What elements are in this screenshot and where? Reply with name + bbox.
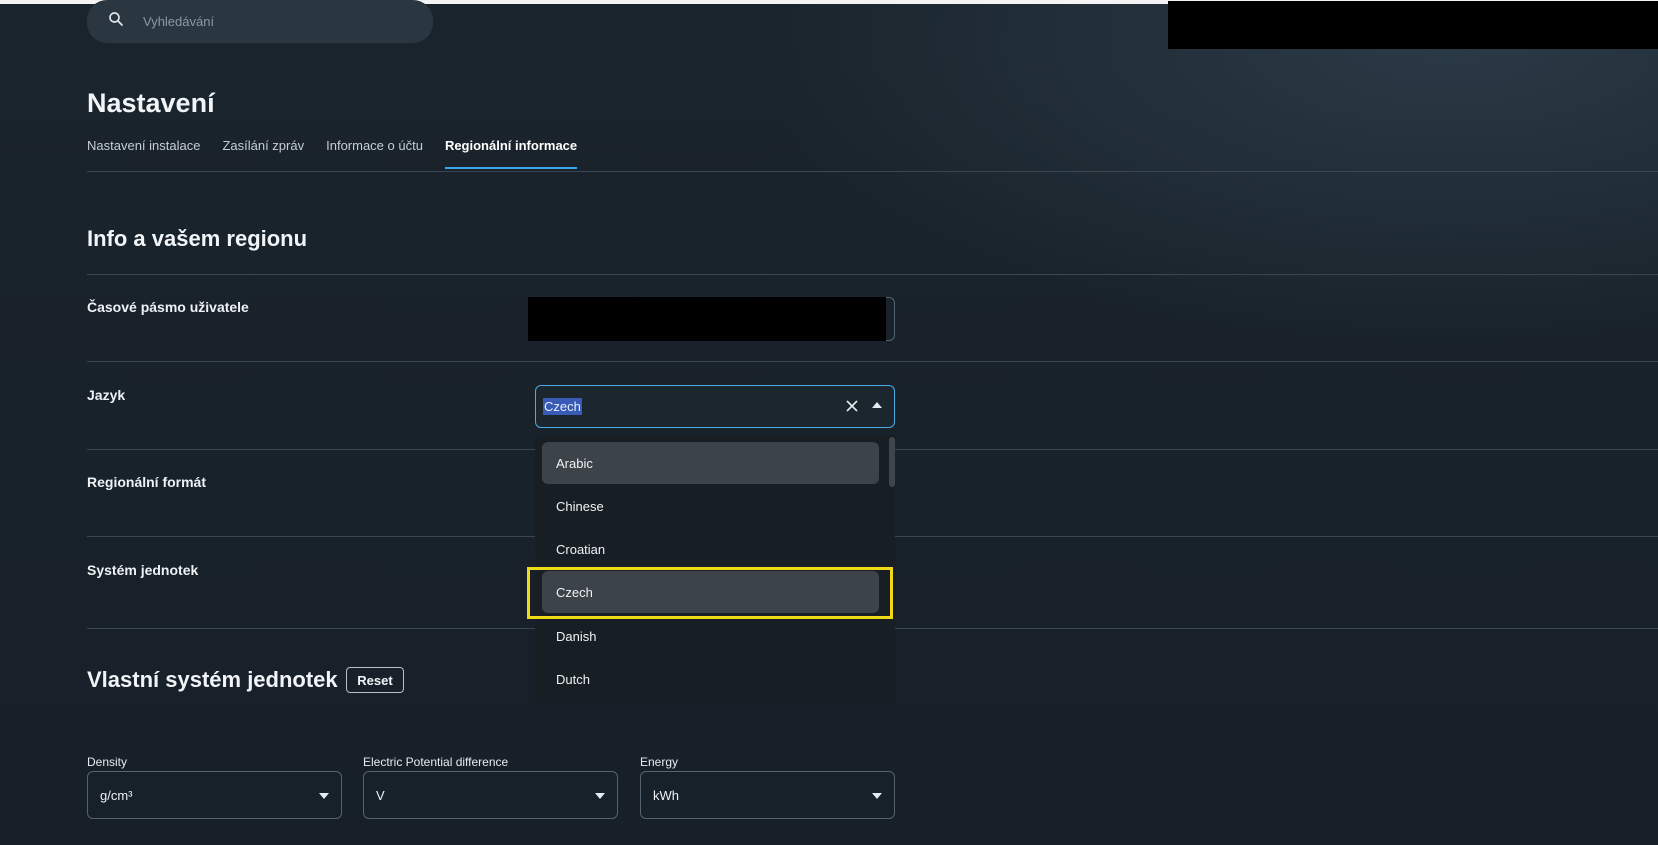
energy-select[interactable]: kWh: [640, 771, 895, 819]
dropdown-option[interactable]: Danish: [542, 615, 879, 657]
chevron-down-icon: [872, 793, 882, 799]
highlight-box: [527, 567, 893, 619]
region-section-title: Info a vašem regionu: [87, 226, 308, 251]
search-input[interactable]: [143, 14, 393, 29]
custom-units-title: Vlastní systém jednotek: [87, 667, 338, 692]
density-value: g/cm³: [100, 787, 133, 803]
tab-installation-settings[interactable]: Nastavení instalace: [87, 138, 200, 169]
redacted-timezone-value: [528, 297, 886, 341]
redacted-area: [1168, 1, 1658, 49]
language-label: Jazyk: [87, 387, 126, 403]
energy-value: kWh: [653, 787, 679, 803]
search-bar[interactable]: [87, 0, 433, 43]
electric-potential-value: V: [376, 787, 385, 803]
energy-label: Energy: [640, 755, 679, 769]
tab-messaging[interactable]: Zasílání zpráv: [222, 138, 304, 169]
unit-system-label: Systém jednotek: [87, 562, 199, 578]
chevron-up-icon[interactable]: [872, 402, 882, 408]
dropdown-option[interactable]: Chinese: [542, 485, 879, 527]
close-icon[interactable]: [844, 398, 860, 414]
tab-account-info[interactable]: Informace o účtu: [326, 138, 423, 169]
tabs-divider: [87, 171, 1658, 172]
search-icon: [107, 10, 125, 33]
dropdown-option[interactable]: Dutch: [542, 658, 879, 700]
dropdown-option[interactable]: Arabic: [542, 442, 879, 484]
density-label: Density: [87, 755, 128, 769]
divider: [87, 361, 1658, 362]
electric-potential-label: Electric Potential difference: [363, 755, 509, 769]
language-input-value[interactable]: Czech: [543, 398, 582, 415]
settings-tabs: Nastavení instalace Zasílání zpráv Infor…: [87, 138, 599, 169]
divider: [87, 274, 1658, 275]
density-select[interactable]: g/cm³: [87, 771, 342, 819]
page-title: Nastavení: [87, 88, 215, 118]
chevron-down-icon: [595, 793, 605, 799]
chevron-down-icon: [319, 793, 329, 799]
electric-potential-select[interactable]: V: [363, 771, 618, 819]
regional-format-label: Regionální formát: [87, 474, 207, 490]
reset-button[interactable]: Reset: [346, 667, 404, 693]
dropdown-scrollbar[interactable]: [889, 437, 895, 487]
dropdown-option[interactable]: Croatian: [542, 528, 879, 570]
tab-regional-info[interactable]: Regionální informace: [444, 138, 578, 169]
language-select[interactable]: Czech: [535, 385, 895, 428]
timezone-label: Časové pásmo uživatele: [87, 299, 249, 315]
